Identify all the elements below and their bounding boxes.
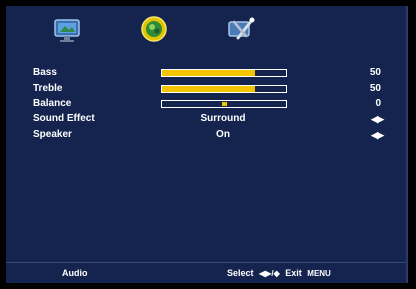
exit-label: Exit: [285, 268, 302, 278]
bass-label: Bass: [33, 67, 57, 78]
balance-row[interactable]: Balance 0: [33, 97, 393, 111]
speaker-row[interactable]: Speaker On ◀▶: [33, 128, 393, 142]
speaker-circle-icon: [141, 16, 167, 42]
tools-icon: [228, 17, 255, 40]
footer-bar: Audio Select ◀▶/◆ Exit MENU: [6, 262, 406, 284]
left-right-arrows-icon[interactable]: ◀▶: [371, 112, 384, 126]
treble-fill: [162, 86, 255, 92]
menu-key-label: MENU: [307, 269, 331, 278]
treble-row[interactable]: Treble 50: [33, 82, 393, 96]
left-right-arrows-icon[interactable]: ◀▶: [371, 128, 384, 142]
sound-effect-label: Sound Effect: [33, 113, 95, 124]
treble-slider[interactable]: [161, 85, 287, 93]
bass-fill: [162, 70, 255, 76]
tab-setup[interactable]: [224, 14, 258, 44]
footer-help: Select ◀▶/◆ Exit MENU: [227, 263, 334, 284]
treble-value: 50: [369, 83, 381, 94]
treble-label: Treble: [33, 83, 63, 94]
audio-menu-panel: Bass 50 Treble 50 Balance 0 Sound Effect…: [6, 6, 408, 283]
navigation-keys-icon: ◀▶/◆: [259, 269, 280, 278]
select-label: Select: [227, 268, 254, 278]
balance-slider[interactable]: [161, 100, 287, 108]
tab-picture[interactable]: [50, 14, 84, 44]
sound-effect-value: Surround: [200, 113, 246, 124]
tab-sound[interactable]: [137, 14, 171, 44]
balance-marker: [222, 102, 227, 106]
tv-screen-icon: [54, 19, 80, 42]
speaker-label: Speaker: [33, 129, 72, 140]
bass-value: 50: [369, 67, 381, 78]
balance-label: Balance: [33, 98, 72, 109]
balance-value: 0: [375, 98, 381, 109]
sound-effect-row[interactable]: Sound Effect Surround ◀▶: [33, 112, 393, 126]
menu-title: Audio: [62, 268, 88, 278]
bass-row[interactable]: Bass 50: [33, 66, 393, 80]
speaker-value: On: [216, 129, 230, 140]
menu-tabs: [6, 6, 406, 50]
bass-slider[interactable]: [161, 69, 287, 77]
